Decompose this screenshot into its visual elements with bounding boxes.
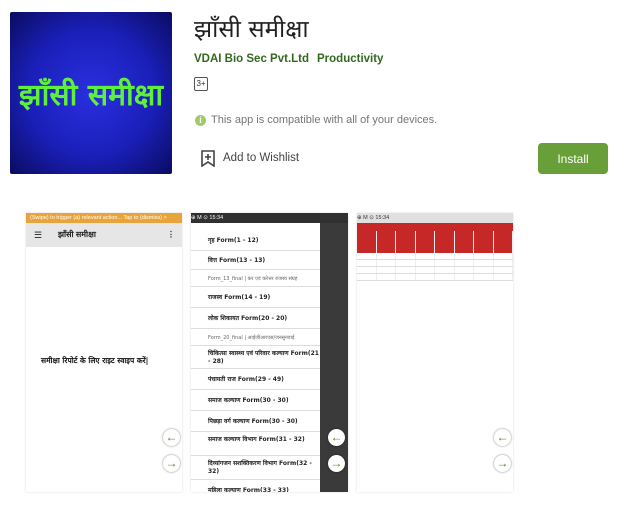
status-bar: ⊕ M ⊙ 15:34: [357, 213, 513, 223]
drawer-item[interactable]: गृह Form(1 - 12): [191, 231, 320, 251]
content-rating-badge: 3+: [194, 77, 208, 91]
swipe-instruction: समीक्षा रिपोर्ट के लिए राइट स्वाइप करें|: [41, 356, 149, 365]
navigation-drawer: गृह Form(1 - 12) वित्त Form(13 - 13) For…: [191, 223, 320, 492]
screenshot-3[interactable]: ⊕ M ⊙ 15:34 ← →: [357, 213, 513, 492]
app-bar: ☰ झाँसी समीक्षा ⋮: [26, 223, 182, 247]
drawer-item[interactable]: पिछड़ा वर्ग कल्याण Form(30 - 30): [191, 412, 320, 432]
drawer-item[interactable]: समाज कल्याण विभाग Form(31 - 32): [191, 433, 320, 456]
drawer-subitem[interactable]: Form_13_final | कर एवं करेत्तर राजस्व सं…: [191, 271, 320, 287]
drawer-subitem[interactable]: Form_20_final | आईजीआरएस/जनसुनवाई: [191, 330, 320, 346]
category-link[interactable]: Productivity: [317, 53, 383, 65]
app-icon-text: झाँसी समीक्षा: [18, 77, 164, 113]
screenshot-1[interactable]: (Swipe) to trigger (a) relevant action..…: [26, 213, 182, 492]
arrow-right-icon: →: [494, 455, 511, 472]
drawer-item[interactable]: चिकित्सा स्वास्थ्य एवं परिवार कल्याण For…: [191, 347, 320, 369]
drawer-item[interactable]: वित्त Form(13 - 13): [191, 252, 320, 270]
drawer-item[interactable]: पंचायती राज Form(29 - 49): [191, 370, 320, 390]
arrow-left-icon: ←: [163, 429, 180, 446]
developer-link[interactable]: VDAI Bio Sec Pvt.Ltd: [194, 53, 309, 65]
table-row: [357, 274, 513, 281]
install-button[interactable]: Install: [538, 143, 608, 174]
report-header: [357, 223, 513, 231]
drawer-item[interactable]: समाज कल्याण Form(30 - 30): [191, 391, 320, 411]
table-row: [357, 253, 513, 260]
add-to-wishlist-button[interactable]: Add to Wishlist: [223, 152, 299, 164]
drawer-item[interactable]: राजस्व Form(14 - 19): [191, 288, 320, 308]
table-header: [357, 231, 513, 253]
arrow-right-icon: →: [163, 455, 180, 472]
drawer-scrim: [320, 223, 348, 492]
info-icon: i: [195, 115, 206, 126]
arrow-left-icon: ←: [494, 429, 511, 446]
app-title: झाँसी समीक्षा: [194, 15, 309, 43]
status-bar: ⊕ M ⊙ 15:34: [191, 213, 348, 223]
app-bar-title: झाँसी समीक्षा: [58, 230, 96, 239]
app-icon: झाँसी समीक्षा: [10, 12, 172, 174]
toast-message: (Swipe) to trigger (a) relevant action..…: [26, 213, 182, 223]
compatibility-text: This app is compatible with all of your …: [211, 114, 438, 126]
arrow-right-icon: →: [328, 455, 345, 472]
table-row: [357, 267, 513, 274]
more-icon: ⋮: [167, 230, 175, 239]
table-row: [357, 260, 513, 267]
menu-icon: ☰: [34, 230, 43, 240]
drawer-item[interactable]: दिव्यांगजन सशक्तिकरण विभाग Form(32 - 32): [191, 457, 320, 480]
drawer-item[interactable]: लोक शिकायत Form(20 - 20): [191, 309, 320, 329]
screenshot-2[interactable]: ⊕ M ⊙ 15:34 गृह Form(1 - 12) वित्त Form(…: [191, 213, 348, 492]
arrow-left-icon: ←: [328, 429, 345, 446]
bookmark-add-icon[interactable]: [201, 150, 215, 167]
drawer-item[interactable]: महिला कल्याण Form(33 - 33): [191, 481, 320, 492]
report-table: [357, 231, 513, 281]
